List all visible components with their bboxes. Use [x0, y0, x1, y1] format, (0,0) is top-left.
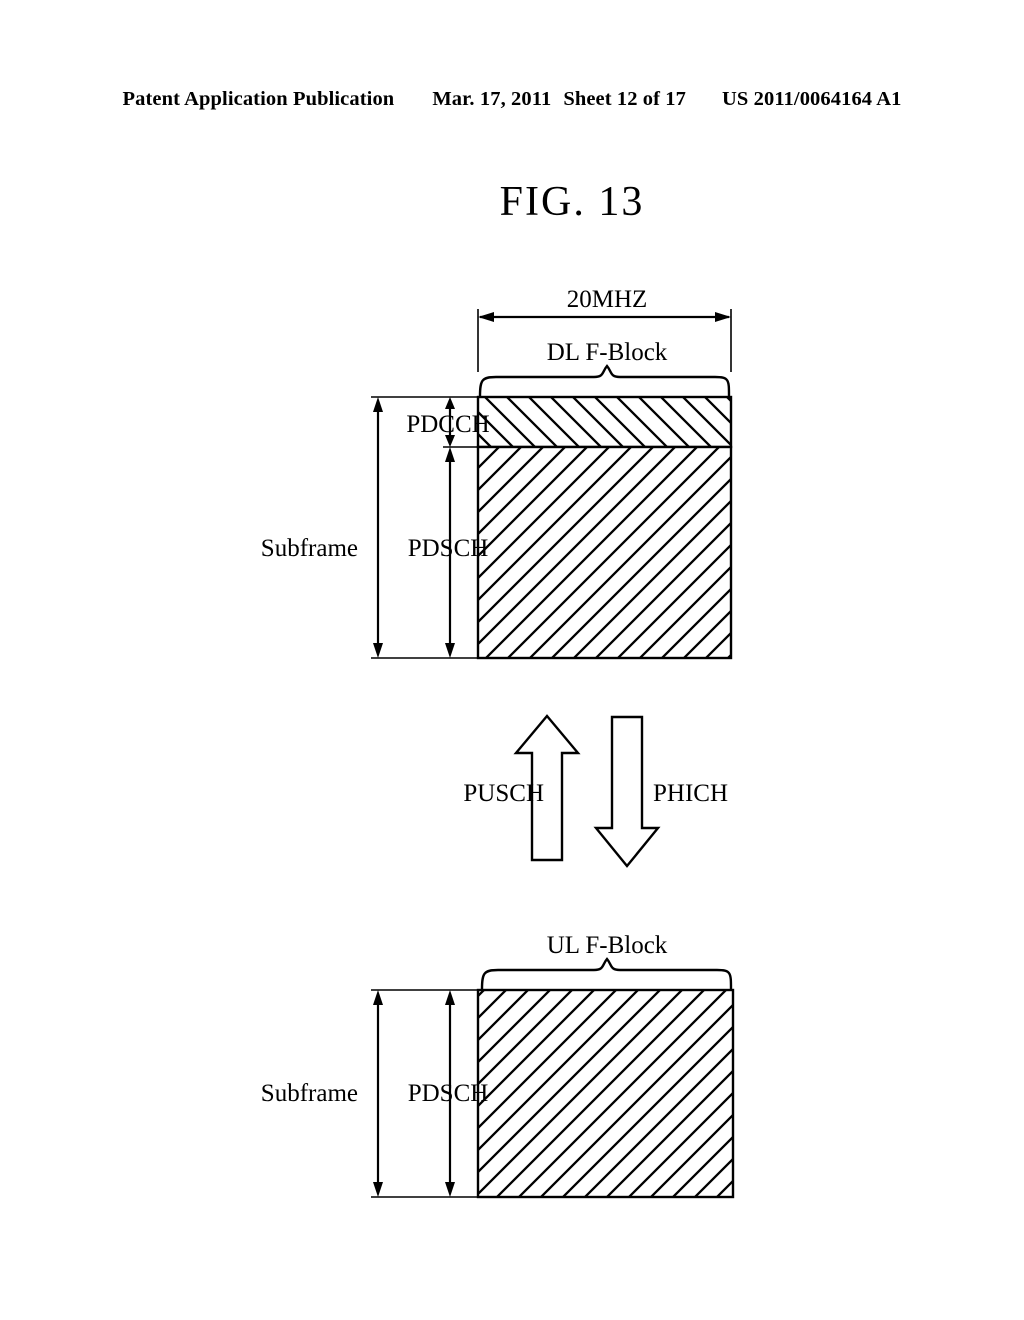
pdsch-block-dl-fill	[478, 447, 731, 658]
ul-subframe-label: Subframe	[261, 1080, 358, 1107]
patent-page: Patent Application Publication Mar. 17, 2…	[0, 0, 1024, 1320]
dimension-arrow-right	[715, 312, 731, 322]
pusch-label: PUSCH	[463, 780, 544, 807]
ul-block-brace	[480, 957, 733, 991]
figure-title: FIG. 13	[500, 179, 645, 225]
bandwidth-label: 20MHZ	[567, 286, 648, 313]
dl-block-brace	[478, 364, 731, 398]
ul-subframe-dimension	[373, 990, 383, 1197]
dl-block-label: DL F-Block	[547, 339, 668, 366]
dimension-arrow-left	[478, 312, 494, 322]
pdsch-dl-label: PDSCH	[408, 535, 489, 562]
pdsch-block-ul-fill	[478, 990, 733, 1197]
figure-13-drawing: FIG. 13 20MHZ DL F-Block Subframe PDCCH …	[261, 179, 735, 1199]
pdsch-ul-label: PDSCH	[408, 1080, 489, 1107]
pdcch-label: PDCCH	[406, 411, 489, 438]
dl-subframe-label: Subframe	[261, 535, 358, 562]
pdcch-block-fill	[478, 397, 731, 447]
ul-block-label: UL F-Block	[547, 932, 668, 959]
phich-down-arrow	[593, 715, 661, 868]
dl-subframe-dimension	[373, 397, 383, 658]
phich-label: PHICH	[653, 780, 728, 807]
